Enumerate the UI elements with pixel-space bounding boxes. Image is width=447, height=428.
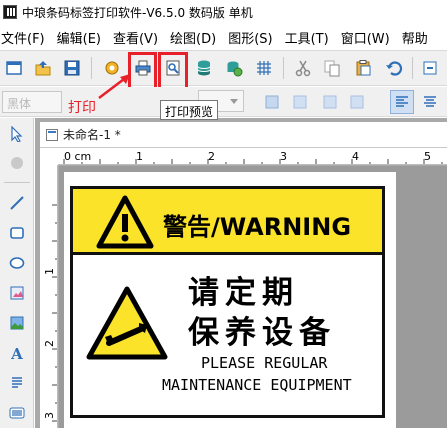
rich-text-icon[interactable] — [6, 372, 28, 394]
ruler-label: 1 — [43, 268, 56, 275]
title-bar: 中琅条码标签打印软件-V6.5.0 数码版 单机 — [0, 0, 447, 24]
menu-window[interactable]: 窗口(W) — [335, 28, 396, 47]
ellipse-icon[interactable] — [6, 252, 28, 274]
document-tab-title: 未命名-1 * — [63, 128, 121, 142]
sign-text-cn-1: 请定期 — [188, 275, 299, 311]
menu-tools[interactable]: 工具(T) — [279, 28, 335, 47]
app-icon — [3, 5, 17, 19]
warning-sign[interactable]: 警告/WARNING 请定期 保养设备 PLEASE REGULAR MAINT… — [70, 186, 385, 418]
strike-icon[interactable] — [345, 90, 369, 114]
ruler-horizontal: 0 cm 1 2 3 4 5 — [40, 148, 447, 165]
ruler-horizontal-ticks — [63, 159, 443, 164]
text-icon[interactable]: A — [6, 342, 28, 364]
exclamation-triangle-icon — [96, 195, 154, 249]
align-left-icon[interactable] — [390, 90, 414, 114]
ruler-label: 3 — [43, 412, 56, 419]
cut-icon[interactable] — [291, 56, 315, 80]
ruler-label: 2 — [43, 340, 56, 347]
undo-icon[interactable] — [382, 56, 406, 80]
toolbar-more-icon[interactable] — [418, 56, 442, 80]
tool-palette: A — [0, 118, 34, 428]
ruler-label: 2 — [208, 150, 215, 163]
menu-draw[interactable]: 绘图(D) — [164, 28, 222, 47]
bold-icon[interactable] — [260, 90, 284, 114]
sign-header-text: 警告/WARNING — [163, 213, 352, 241]
ruler-label: 3 — [280, 150, 287, 163]
main-toolbar — [0, 50, 447, 86]
annotation-arrow-icon — [98, 74, 130, 99]
ruler-vertical: 1 2 3 — [40, 165, 58, 428]
menu-view[interactable]: 查看(V) — [107, 28, 164, 47]
database-icon[interactable] — [192, 56, 216, 80]
paste-icon[interactable] — [351, 56, 375, 80]
underline-icon[interactable] — [318, 90, 342, 114]
sign-text-en-2: MAINTENANCE EQUIPMENT — [162, 376, 352, 394]
new-icon[interactable] — [2, 56, 26, 80]
rectangle-icon[interactable] — [6, 222, 28, 244]
document-icon — [46, 128, 58, 141]
copy-icon[interactable] — [320, 56, 344, 80]
menu-file[interactable]: 文件(F) — [0, 28, 51, 47]
print-annotation: 打印 — [68, 100, 96, 116]
menu-bar: 文件(F) 编辑(E) 查看(V) 绘图(D) 图形(S) 工具(T) 窗口(W… — [0, 26, 447, 48]
ruler-corner — [40, 148, 58, 165]
svg-text:A: A — [10, 345, 23, 361]
font-name-select[interactable]: 黑体 — [2, 91, 62, 113]
database-setup-icon[interactable] — [222, 56, 246, 80]
sign-header-band: 警告/WARNING — [73, 189, 382, 255]
line-icon[interactable] — [6, 192, 28, 214]
menu-help[interactable]: 帮助 — [396, 28, 434, 47]
open-icon[interactable] — [31, 56, 55, 80]
ruler-label: 4 — [352, 150, 359, 163]
pan-icon[interactable] — [6, 152, 28, 174]
sign-text-cn-2: 保养设备 — [188, 315, 336, 351]
document-tab[interactable]: 未命名-1 * — [40, 122, 447, 148]
grid-icon[interactable] — [252, 56, 276, 80]
print-preview-tooltip: 打印预览 — [160, 100, 219, 120]
menu-edit[interactable]: 编辑(E) — [51, 28, 107, 47]
sign-text-en-1: PLEASE REGULAR — [201, 354, 328, 372]
save-icon[interactable] — [60, 56, 84, 80]
menu-shape[interactable]: 图形(S) — [222, 28, 278, 47]
barcode-icon[interactable] — [6, 402, 28, 424]
picture-icon[interactable] — [6, 282, 28, 304]
align-center-icon[interactable] — [418, 90, 442, 114]
ruler-vertical-ticks — [52, 204, 57, 422]
ruler-label: 1 — [136, 150, 143, 163]
ruler-label: 5 — [424, 150, 431, 163]
select-icon[interactable] — [6, 123, 28, 145]
ruler-label: 0 cm — [64, 150, 92, 163]
image-icon[interactable] — [6, 312, 28, 334]
italic-icon[interactable] — [288, 90, 312, 114]
window-title: 中琅条码标签打印软件-V6.5.0 数码版 单机 — [22, 5, 253, 20]
wrench-warning-icon — [86, 286, 168, 360]
print-preview-highlight — [158, 52, 188, 92]
